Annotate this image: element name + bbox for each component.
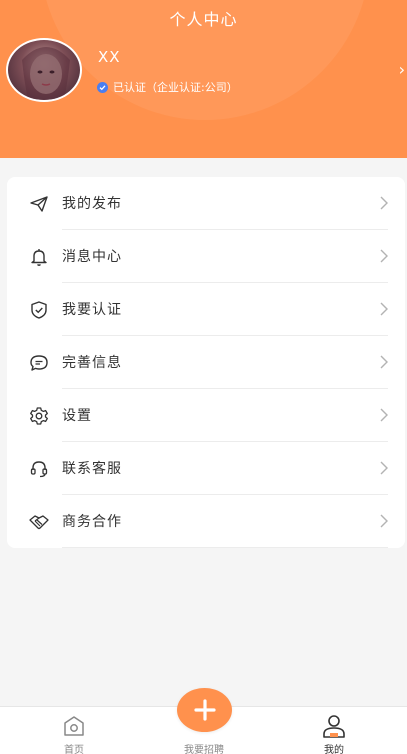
menu-item-label: 商务合作: [62, 514, 122, 530]
menu-item-customer-service[interactable]: 联系客服: [7, 442, 405, 495]
tab-mine[interactable]: 我的: [294, 707, 374, 754]
tab-label: 首页: [64, 745, 84, 754]
chevron-right-icon: [379, 353, 389, 371]
chevron-right-icon: [379, 406, 389, 424]
menu-item-verification[interactable]: 我要认证: [7, 283, 405, 336]
divider: [62, 547, 388, 548]
shield-check-icon: [29, 300, 49, 320]
verification-text: 已认证（企业认证:公司）: [113, 81, 238, 94]
page-title: 个人中心: [169, 10, 238, 29]
menu-item-settings[interactable]: 设置: [7, 389, 405, 442]
handshake-icon: [29, 512, 49, 532]
chat-bubble-icon: [29, 353, 49, 373]
chevron-right-icon: [379, 300, 389, 318]
gear-icon: [29, 406, 49, 426]
menu-item-label: 联系客服: [62, 461, 122, 477]
menu-item-business-cooperation[interactable]: 商务合作: [7, 495, 405, 548]
chevron-right-icon: [379, 512, 389, 530]
menu-item-my-posts[interactable]: 我的发布: [7, 177, 405, 230]
tab-label: 我的: [324, 745, 344, 754]
chevron-right-icon: [379, 459, 389, 477]
profile-chevron-icon[interactable]: ›: [399, 60, 405, 79]
menu-item-label: 设置: [62, 408, 92, 424]
post-job-fab-button[interactable]: [177, 688, 232, 732]
tab-label: 我要招聘: [184, 745, 224, 754]
tab-home[interactable]: 首页: [34, 707, 114, 754]
menu-item-label: 我要认证: [62, 302, 122, 318]
profile-name: XX: [98, 48, 121, 66]
headset-icon: [29, 459, 49, 479]
home-icon: [62, 714, 86, 742]
verified-badge-icon: [97, 81, 108, 93]
menu-item-label: 我的发布: [62, 196, 122, 212]
menu-item-label: 消息中心: [62, 249, 122, 265]
menu-item-label: 完善信息: [62, 355, 122, 371]
verification-status: 已认证（企业认证:公司）: [97, 79, 238, 95]
paper-plane-icon: [29, 194, 49, 214]
profile-header: 个人中心 XX 已认证（企业认证:公司） ›: [0, 0, 407, 158]
avatar[interactable]: [6, 38, 82, 102]
menu-item-complete-info[interactable]: 完善信息: [7, 336, 405, 389]
chevron-right-icon: [379, 247, 389, 265]
bell-icon: [29, 247, 49, 267]
menu-item-messages[interactable]: 消息中心: [7, 230, 405, 283]
chevron-right-icon: [379, 194, 389, 212]
user-icon: [322, 713, 346, 743]
menu-card: 我的发布 消息中心 我要认证 完善信息 设置 联系客服 商务合作: [7, 177, 405, 548]
